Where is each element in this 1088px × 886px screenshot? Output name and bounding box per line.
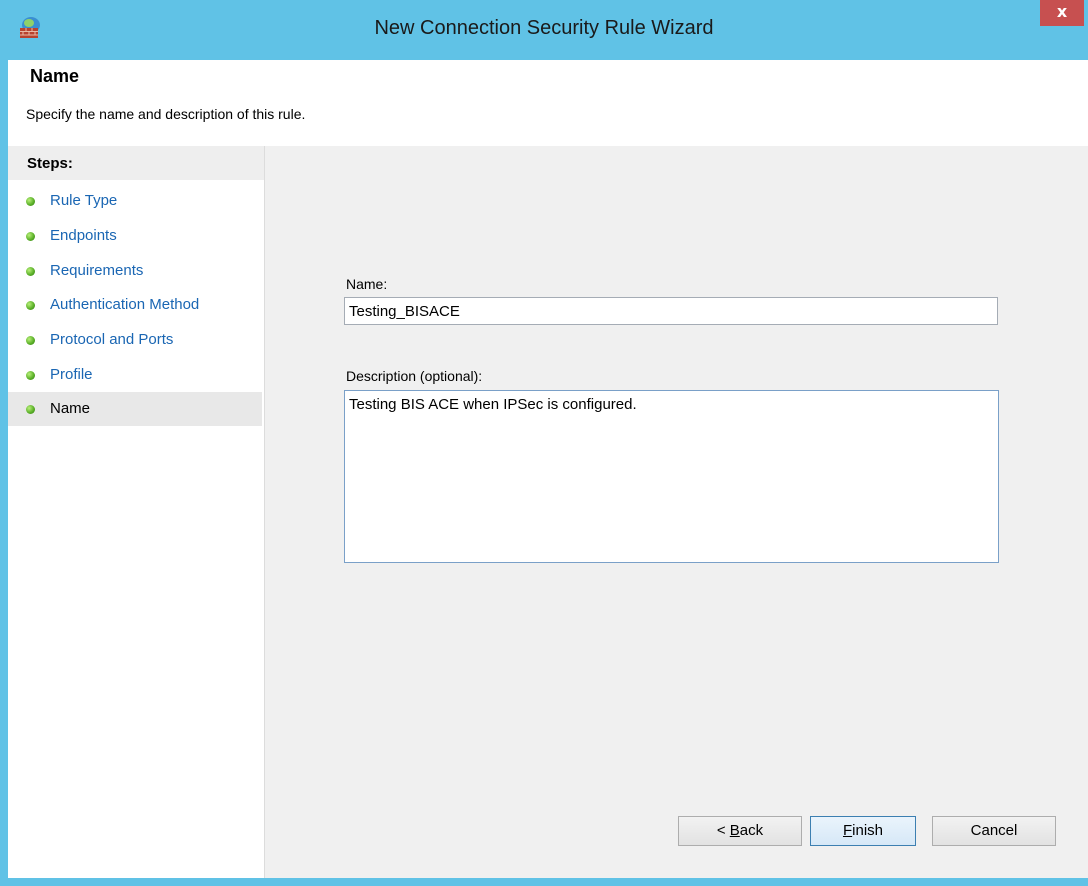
steps-panel: Steps: Rule Type Endpoints Requirements … (8, 146, 265, 878)
title-bar: New Connection Security Rule Wizard x (0, 0, 1088, 60)
step-complete-icon (26, 232, 35, 241)
step-label: Authentication Method (50, 296, 200, 313)
step-label: Requirements (50, 262, 144, 279)
step-label: Endpoints (50, 227, 117, 244)
description-textarea[interactable]: Testing BIS ACE when IPSec is configured… (344, 390, 999, 563)
step-label: Profile (50, 366, 93, 383)
step-label: Protocol and Ports (50, 331, 174, 348)
step-complete-icon (26, 371, 35, 380)
step-authentication-method[interactable]: Authentication Method (8, 288, 262, 322)
back-button-rest: ack (739, 822, 764, 839)
step-endpoints[interactable]: Endpoints (8, 219, 262, 253)
back-button-prefix: < (716, 822, 730, 839)
page-subtitle: Specify the name and description of this… (26, 106, 306, 122)
step-complete-icon (26, 405, 35, 414)
cancel-button[interactable]: Cancel (932, 816, 1056, 846)
finish-button-rest: inish (852, 822, 884, 839)
step-rule-type[interactable]: Rule Type (8, 184, 262, 218)
steps-heading: Steps: (8, 146, 264, 180)
name-field-label: Name: (346, 276, 388, 292)
description-field-label: Description (optional): (346, 368, 483, 384)
step-protocol-and-ports[interactable]: Protocol and Ports (8, 323, 262, 357)
step-complete-icon (26, 267, 35, 276)
step-label: Rule Type (50, 192, 118, 209)
wizard-client-area: Name Specify the name and description of… (8, 60, 1088, 878)
name-input[interactable]: Testing_BISACE (344, 297, 998, 325)
step-complete-icon (26, 197, 35, 206)
step-profile[interactable]: Profile (8, 358, 262, 392)
back-button[interactable]: < Back (678, 816, 802, 846)
close-button[interactable]: x (1040, 0, 1084, 26)
back-button-mnemonic: B (729, 822, 740, 839)
step-complete-icon (26, 301, 35, 310)
page-title: Name (30, 66, 80, 86)
window-title: New Connection Security Rule Wizard (374, 17, 714, 39)
step-requirements[interactable]: Requirements (8, 254, 262, 288)
steps-heading-label: Steps: (27, 155, 73, 172)
finish-button[interactable]: Finish (810, 816, 916, 846)
finish-button-mnemonic: F (842, 822, 853, 839)
wizard-header: Name Specify the name and description of… (8, 60, 1088, 146)
step-complete-icon (26, 336, 35, 345)
step-label: Name (50, 400, 91, 417)
step-name: Name (8, 392, 262, 426)
